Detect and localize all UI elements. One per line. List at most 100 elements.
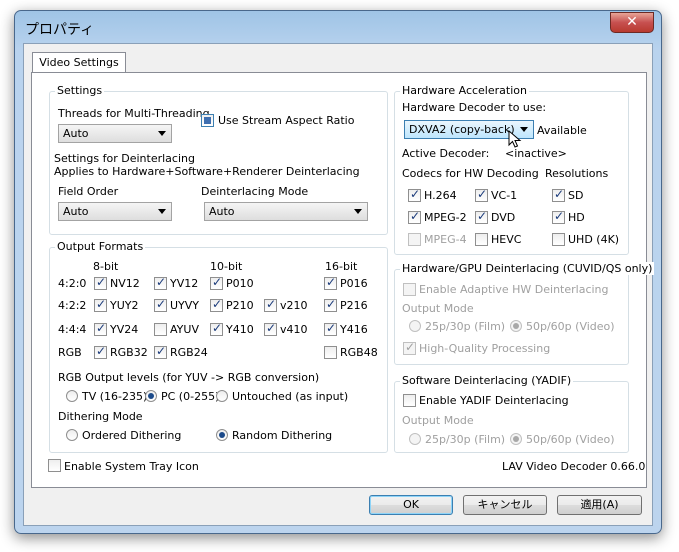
adaptive-hw-deint-checkbox[interactable]: [403, 283, 416, 296]
hevc-checkbox[interactable]: [475, 233, 488, 246]
p216-label: P216: [340, 299, 368, 312]
dvd-checkbox[interactable]: [475, 209, 488, 224]
h264-checkbox[interactable]: [408, 187, 421, 202]
dvd-label: DVD: [491, 211, 516, 224]
hw-film-radio[interactable]: [409, 320, 421, 332]
sw-film-label: 25p/30p (Film): [425, 433, 506, 446]
p010-label: P010: [226, 277, 254, 290]
yv24-label: YV24: [110, 323, 139, 336]
codecs-label: Codecs for HW Decoding: [402, 167, 539, 180]
yv24-checkbox[interactable]: [94, 321, 107, 336]
threads-value: Auto: [63, 127, 89, 140]
sw-output-mode-label: Output Mode: [402, 414, 474, 427]
sw-video-radio[interactable]: [510, 433, 522, 445]
threads-combo[interactable]: Auto: [58, 124, 172, 143]
yv12-checkbox[interactable]: [154, 275, 167, 290]
hw-video-label: 50p/60p (Video): [526, 320, 615, 333]
hw-status: Available: [537, 124, 587, 137]
stream-aspect-label: Use Stream Aspect Ratio: [218, 114, 355, 127]
uyvy-checkbox[interactable]: [154, 297, 167, 312]
uyvy-label: UYVY: [170, 299, 200, 312]
hw-decoder-value: DXVA2 (copy-back): [409, 123, 515, 136]
chevron-down-icon: [158, 209, 166, 214]
y416-checkbox[interactable]: [324, 321, 337, 336]
v410-label: v410: [280, 323, 308, 336]
tab-video-settings[interactable]: Video Settings: [32, 52, 126, 73]
vc1-label: VC-1: [491, 189, 518, 202]
settings-group-title: Settings: [55, 84, 105, 97]
sd-label: SD: [568, 189, 584, 202]
vc1-checkbox[interactable]: [475, 187, 488, 202]
stream-aspect-checkbox[interactable]: [201, 114, 214, 127]
deint-mode-label: Deinterlacing Mode: [201, 185, 309, 198]
output-formats-title: Output Formats: [55, 240, 146, 253]
pc-range-radio[interactable]: [145, 390, 157, 402]
mpeg2-checkbox[interactable]: [408, 209, 421, 224]
ayuv-label: AYUV: [170, 323, 199, 336]
rgb24-checkbox[interactable]: [154, 344, 167, 359]
rgb48-checkbox[interactable]: [324, 346, 337, 359]
h264-label: H.264: [424, 189, 457, 202]
ordered-dither-label: Ordered Dithering: [82, 429, 182, 442]
deint-mode-combo[interactable]: Auto: [204, 202, 368, 221]
rgb32-label: RGB32: [110, 346, 148, 359]
system-tray-label: Enable System Tray Icon: [64, 460, 199, 473]
p210-checkbox[interactable]: [210, 297, 223, 312]
uhd-label: UHD (4K): [568, 233, 620, 246]
uhd-checkbox[interactable]: [552, 233, 565, 246]
col-8bit: 8-bit: [93, 260, 119, 273]
deint-title: Settings for Deinterlacing: [54, 152, 195, 165]
hq-processing-checkbox[interactable]: [403, 340, 416, 355]
untouched-radio[interactable]: [216, 390, 228, 402]
yuy2-label: YUY2: [110, 299, 139, 312]
version-label: LAV Video Decoder 0.66.0: [502, 460, 646, 473]
close-icon[interactable]: ✕: [610, 12, 654, 33]
tv-range-radio[interactable]: [66, 390, 78, 402]
hd-label: HD: [568, 211, 585, 224]
field-order-value: Auto: [63, 205, 89, 218]
y410-label: Y410: [226, 323, 254, 336]
hd-checkbox[interactable]: [552, 209, 565, 224]
field-order-label: Field Order: [58, 185, 119, 198]
yadif-checkbox[interactable]: [403, 394, 416, 407]
nv12-checkbox[interactable]: [94, 275, 107, 290]
deint-desc: Applies to Hardware+Software+Renderer De…: [54, 165, 360, 178]
cancel-button[interactable]: キャンセル: [463, 495, 547, 515]
ordered-dither-radio[interactable]: [66, 429, 78, 441]
nv12-label: NV12: [110, 277, 140, 290]
apply-button[interactable]: 適用(A): [557, 495, 642, 515]
tv-range-label: TV (16-235): [82, 390, 148, 403]
random-dither-label: Random Dithering: [232, 429, 333, 442]
sw-deint-title: Software Deinterlacing (YADIF): [400, 374, 574, 387]
p216-checkbox[interactable]: [324, 297, 337, 312]
resolutions-label: Resolutions: [545, 167, 609, 180]
p016-label: P016: [340, 277, 368, 290]
system-tray-checkbox[interactable]: [48, 459, 61, 472]
sw-film-radio[interactable]: [409, 433, 421, 445]
mpeg4-label: MPEG-4: [424, 233, 467, 246]
dithering-label: Dithering Mode: [58, 410, 143, 423]
hw-film-label: 25p/30p (Film): [425, 320, 506, 333]
field-order-combo[interactable]: Auto: [58, 202, 172, 221]
hw-video-radio[interactable]: [510, 320, 522, 332]
mpeg2-label: MPEG-2: [424, 211, 467, 224]
threads-label: Threads for Multi-Threading: [58, 107, 210, 120]
rgb-levels-label: RGB Output levels (for YUV -> RGB conver…: [58, 371, 320, 384]
ayuv-checkbox[interactable]: [154, 323, 167, 336]
col-10bit: 10-bit: [210, 260, 243, 273]
y410-checkbox[interactable]: [210, 321, 223, 336]
hevc-label: HEVC: [491, 233, 522, 246]
yuy2-checkbox[interactable]: [94, 297, 107, 312]
ok-button[interactable]: OK: [369, 495, 453, 515]
v210-label: v210: [280, 299, 308, 312]
rgb32-checkbox[interactable]: [94, 344, 107, 359]
random-dither-radio[interactable]: [216, 429, 228, 441]
p016-checkbox[interactable]: [324, 275, 337, 290]
deint-mode-value: Auto: [209, 205, 235, 218]
mpeg4-checkbox[interactable]: [408, 233, 421, 246]
v410-checkbox[interactable]: [264, 321, 277, 336]
v210-checkbox[interactable]: [264, 297, 277, 312]
p010-checkbox[interactable]: [210, 275, 223, 290]
sd-checkbox[interactable]: [552, 187, 565, 202]
col-16bit: 16-bit: [325, 260, 358, 273]
